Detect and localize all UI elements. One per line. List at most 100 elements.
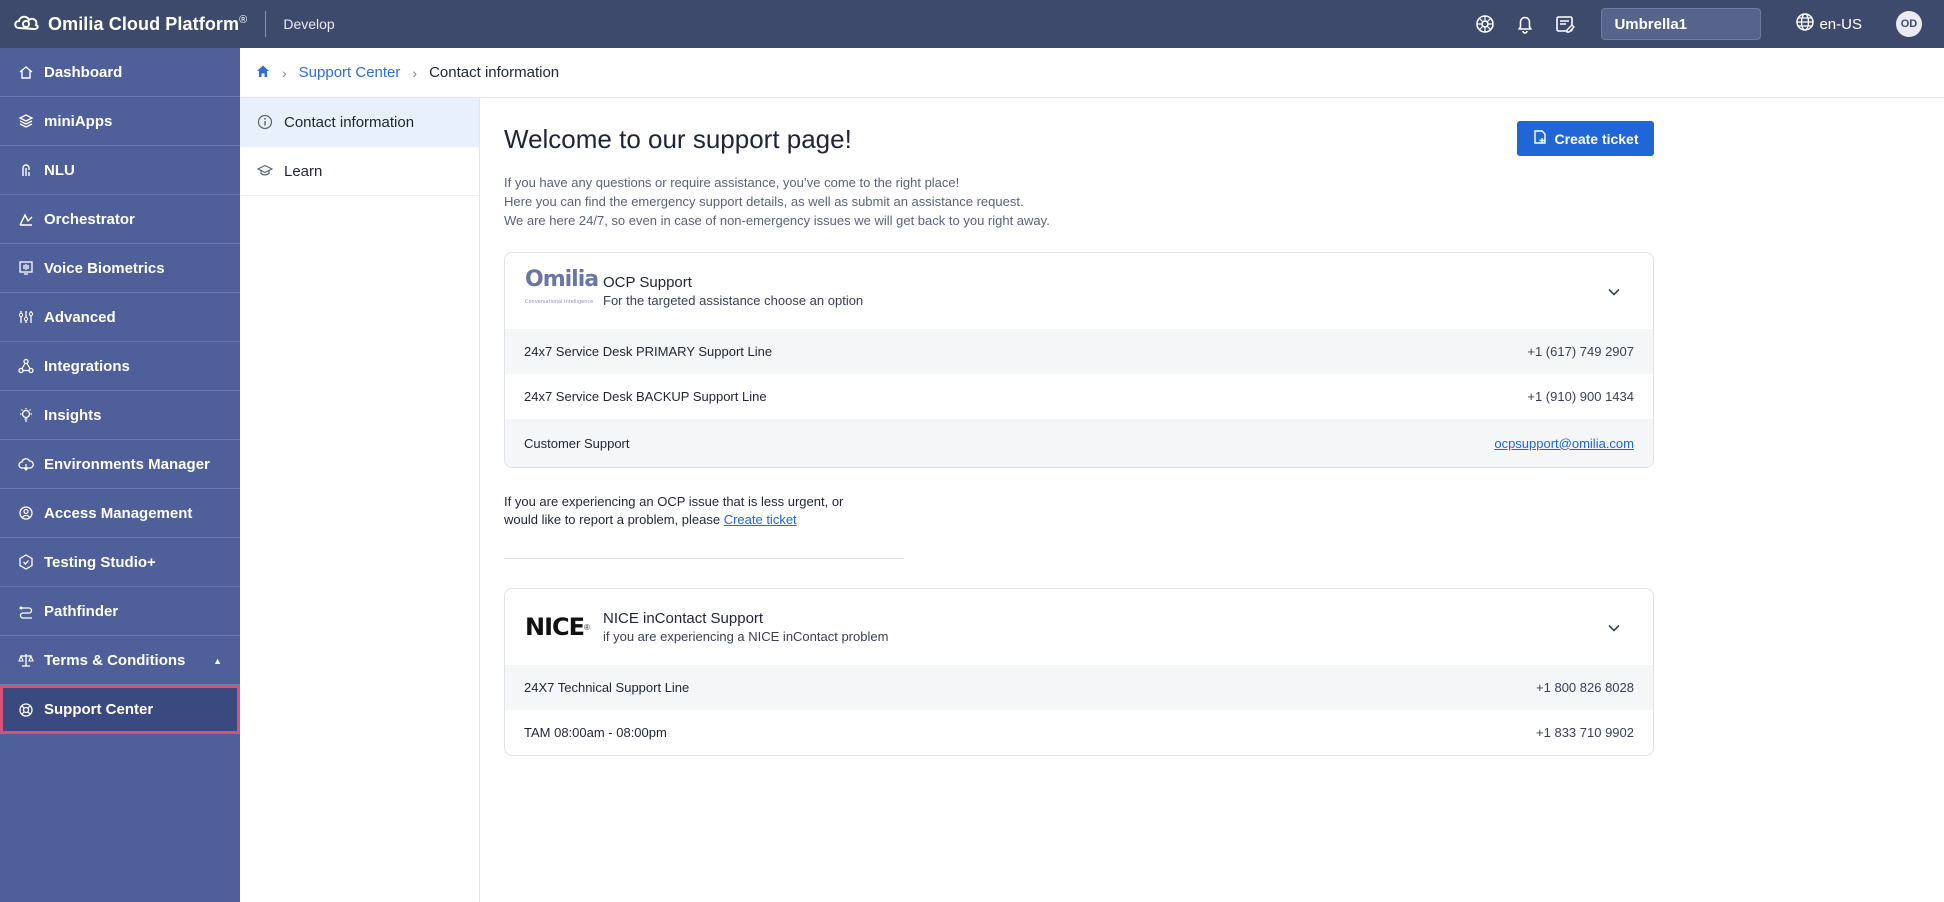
brand-name: Omilia Cloud Platform® (48, 13, 248, 34)
ocp-card-header[interactable]: Omilia Conversational Intelligence OCP Su… (505, 253, 1653, 329)
orchestrator-icon (18, 211, 34, 227)
sliders-icon (18, 309, 34, 325)
nice-support-card: NICE ® NICE inContact Support if you are … (504, 588, 1654, 756)
breadcrumb-current: Contact information (429, 64, 560, 81)
info-icon (257, 114, 273, 130)
organization-select[interactable]: Umbrella1 (1601, 8, 1762, 40)
note-line: If you are experiencing an OCP issue tha… (504, 494, 844, 509)
layers-icon (18, 113, 34, 129)
sidebar-item-integrations[interactable]: Integrations (0, 342, 240, 391)
sidebar-item-label: miniApps (44, 112, 113, 130)
create-ticket-link[interactable]: Create ticket (724, 512, 797, 527)
sidebar-item-label: Voice Biometrics (44, 259, 165, 277)
home-icon (18, 64, 34, 80)
sidebar-item-environments-manager[interactable]: Environments Manager (0, 440, 240, 489)
card-title: NICE inContact Support (603, 610, 764, 627)
submenu-item-label: Learn (284, 162, 323, 180)
environment-label[interactable]: Develop (283, 16, 334, 32)
sidebar-item-voice-biometrics[interactable]: Voice Biometrics (0, 244, 240, 293)
omilia-logo: Omilia Conversational Intelligence (525, 267, 599, 306)
page-title: Welcome to our support page! (504, 124, 852, 154)
support-row-label: 24X7 Technical Support Line (524, 680, 690, 695)
submenu-item-learn[interactable]: Learn (240, 147, 479, 196)
intro-line: Here you can find the emergency support … (504, 194, 1024, 209)
card-subtitle: For the targeted assistance choose an op… (603, 293, 864, 308)
sidebar-item-miniapps[interactable]: miniApps (0, 97, 240, 146)
support-row-label: 24x7 Service Desk BACKUP Support Line (524, 389, 767, 404)
sidebar-item-label: Advanced (44, 308, 116, 326)
submenu-item-contact-information[interactable]: Contact information (240, 98, 479, 147)
sidebar: Dashboard miniApps NLU Orchestrator Voic… (0, 48, 240, 902)
sidebar-item-label: NLU (44, 161, 75, 179)
breadcrumb: › Support Center › Contact information (240, 48, 1944, 98)
language-select[interactable]: en-US (1795, 12, 1862, 36)
sidebar-item-dashboard[interactable]: Dashboard (0, 48, 240, 97)
lightbulb-icon (18, 407, 34, 423)
sidebar-item-support-center[interactable]: Support Center (0, 685, 240, 734)
submenu-item-label: Contact information (284, 113, 415, 131)
chevron-down-icon[interactable] (1607, 285, 1621, 299)
intro-line: We are here 24/7, so even in case of non… (504, 213, 1050, 228)
support-row: TAM 08:00am - 08:00pm +1 833 710 9902 (505, 710, 1653, 755)
chevron-down-icon[interactable] (1607, 621, 1621, 635)
biometrics-icon (18, 260, 34, 276)
caret-up-icon: ▲ (213, 656, 222, 666)
sidebar-item-nlu[interactable]: NLU (0, 146, 240, 195)
intro-text: If you have any questions or require ass… (504, 173, 1050, 230)
sidebar-item-access-management[interactable]: Access Management (0, 489, 240, 538)
cloud-logo-icon (12, 11, 40, 38)
access-icon (18, 505, 34, 521)
support-row-value: +1 800 826 8028 (1536, 680, 1634, 695)
ticket-plus-icon (1532, 129, 1554, 148)
sidebar-item-label: Integrations (44, 357, 130, 375)
theme-icon[interactable] (1473, 12, 1497, 36)
sidebar-item-orchestrator[interactable]: Orchestrator (0, 195, 240, 244)
support-row-value: +1 (617) 749 2907 (1527, 344, 1634, 359)
home-icon[interactable] (256, 64, 270, 82)
support-row: 24x7 Service Desk BACKUP Support Line +1… (505, 374, 1653, 419)
avatar[interactable]: OD (1896, 11, 1922, 37)
sidebar-item-testing-studio[interactable]: Testing Studio+ (0, 538, 240, 587)
divider (504, 558, 904, 559)
top-bar: Omilia Cloud Platform® Develop Umbrella1… (0, 0, 1944, 48)
support-row-label: Customer Support (524, 435, 630, 451)
sidebar-item-label: Insights (44, 406, 102, 424)
sidebar-item-label: Orchestrator (44, 210, 135, 228)
support-row: 24X7 Technical Support Line +1 800 826 8… (505, 665, 1653, 710)
sidebar-item-insights[interactable]: Insights (0, 391, 240, 440)
create-ticket-button[interactable]: Create ticket (1517, 121, 1654, 156)
support-row-label: 24x7 Service Desk PRIMARY Support Line (524, 344, 773, 359)
language-label: en-US (1819, 15, 1862, 33)
cloud-icon (18, 456, 34, 472)
brand[interactable]: Omilia Cloud Platform® (0, 0, 247, 48)
sidebar-item-label: Dashboard (44, 63, 123, 81)
support-row-label: TAM 08:00am - 08:00pm (524, 725, 667, 740)
sidebar-item-label: Testing Studio+ (44, 553, 156, 571)
support-submenu: Contact information Learn (240, 98, 480, 902)
support-email-link[interactable]: ocpsupport@omilia.com (1494, 436, 1634, 451)
sidebar-item-label: Pathfinder (44, 602, 119, 620)
nlu-icon (18, 162, 34, 178)
breadcrumb-support-center[interactable]: Support Center (299, 64, 401, 81)
sidebar-item-terms-conditions[interactable]: Terms & Conditions ▲ (0, 636, 240, 685)
ocp-support-card: Omilia Conversational Intelligence OCP Su… (504, 252, 1654, 468)
support-row: 24x7 Service Desk PRIMARY Support Line +… (505, 329, 1653, 374)
card-subtitle: if you are experiencing a NICE inContact… (603, 629, 889, 644)
sidebar-item-label: Access Management (44, 504, 193, 522)
support-icon (18, 702, 34, 718)
sidebar-item-pathfinder[interactable]: Pathfinder (0, 587, 240, 636)
notes-icon[interactable] (1553, 12, 1577, 36)
divider (265, 11, 267, 37)
sidebar-item-advanced[interactable]: Advanced (0, 293, 240, 342)
pathfinder-icon (18, 603, 34, 619)
chevron-right-icon: › (282, 64, 287, 81)
create-ticket-label: Create ticket (1554, 130, 1639, 147)
card-title: OCP Support (603, 274, 692, 291)
nice-logo: NICE ® (525, 613, 590, 641)
chevron-right-icon: › (412, 64, 418, 81)
nice-card-header[interactable]: NICE ® NICE inContact Support if you are … (505, 589, 1653, 665)
bell-icon[interactable] (1513, 12, 1537, 36)
scales-icon (18, 652, 34, 668)
support-row: Customer Support ocpsupport@omilia.com (505, 419, 1653, 467)
graduation-cap-icon (257, 163, 273, 179)
